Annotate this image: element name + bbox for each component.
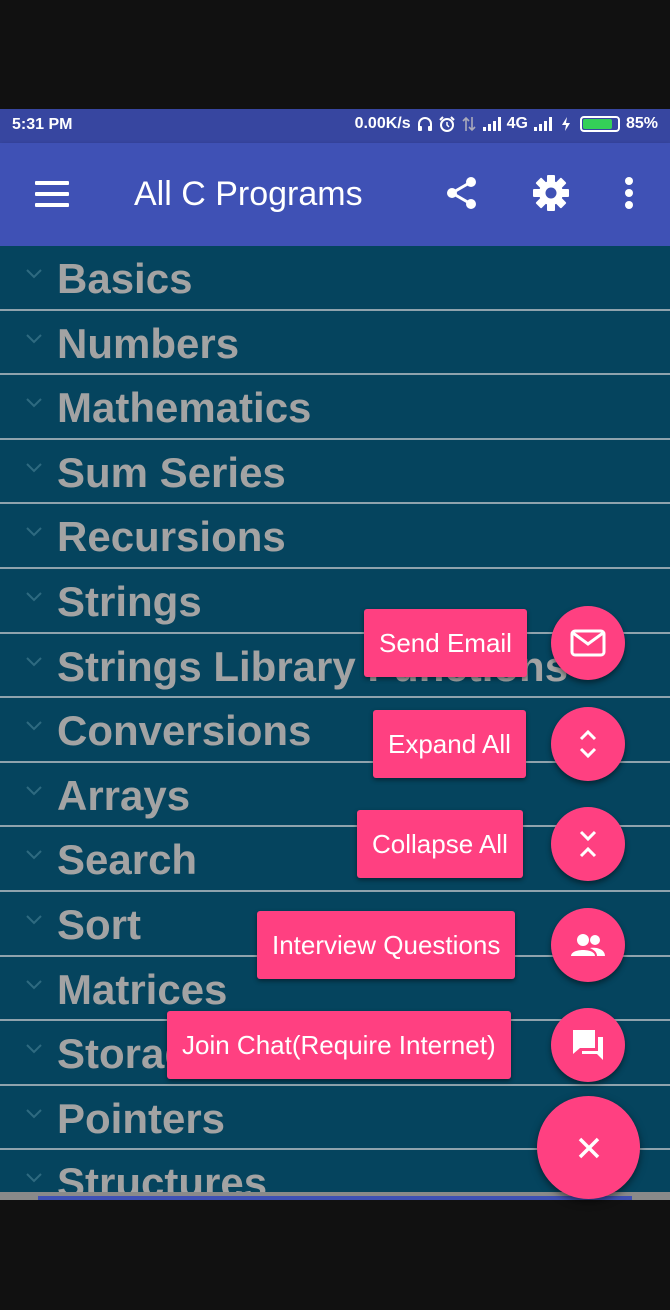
- chevron-down-icon: [26, 269, 42, 279]
- battery-percent: 85%: [625, 115, 658, 132]
- interview-questions-label[interactable]: Interview Questions: [257, 911, 516, 979]
- status-bar: 5:31 PM 0.00K/s 4G 85%: [0, 109, 670, 143]
- collapse-icon: [579, 830, 597, 858]
- chevron-down-icon: [26, 721, 42, 731]
- category-label: Mathematics: [57, 384, 312, 432]
- chevron-down-icon: [26, 527, 42, 537]
- network-speed: 0.00K/s: [354, 115, 411, 132]
- battery-level: [582, 119, 612, 129]
- send-email-label[interactable]: Send Email: [364, 609, 527, 677]
- category-label: Matrices: [57, 965, 228, 1013]
- category-item[interactable]: Numbers: [0, 311, 670, 376]
- join-chat-button[interactable]: [551, 1008, 625, 1082]
- chevron-down-icon: [26, 850, 42, 860]
- chevron-down-icon: [26, 463, 42, 473]
- category-item[interactable]: Mathematics: [0, 375, 670, 440]
- category-label: Arrays: [57, 771, 191, 819]
- network-type: 4G: [506, 115, 528, 132]
- status-time: 5:31 PM: [12, 116, 73, 133]
- app-bar: All C Programs: [0, 143, 670, 246]
- interview-questions-button[interactable]: [551, 908, 625, 982]
- category-label: Structures: [57, 1159, 268, 1192]
- join-chat-label[interactable]: Join Chat(Require Internet): [167, 1011, 511, 1079]
- category-label: Search: [57, 836, 198, 884]
- category-label: Pointers: [57, 1094, 226, 1142]
- chat-icon: [573, 1030, 603, 1060]
- chevron-down-icon: [26, 333, 42, 344]
- data-transfer-icon: [462, 116, 476, 132]
- chevron-down-icon: [26, 1173, 42, 1183]
- chevron-down-icon: [26, 979, 42, 989]
- category-item[interactable]: Basics: [0, 246, 670, 311]
- bottom-black-area: [0, 1200, 670, 1310]
- share-icon[interactable]: [442, 173, 482, 213]
- category-item[interactable]: Recursions: [0, 504, 670, 569]
- collapse-all-label[interactable]: Collapse All: [357, 810, 523, 878]
- alarm-icon: [438, 116, 455, 132]
- people-icon: [571, 934, 605, 956]
- battery-icon: [579, 116, 620, 132]
- chevron-down-icon: [26, 915, 42, 925]
- expand-icon: [579, 729, 597, 759]
- category-label: Sum Series: [57, 448, 286, 496]
- expand-all-label[interactable]: Expand All: [373, 710, 526, 778]
- category-item[interactable]: Sum Series: [0, 440, 670, 505]
- collapse-all-button[interactable]: [551, 807, 625, 881]
- chevron-down-icon: [26, 786, 42, 796]
- category-label: Strings: [57, 577, 202, 625]
- chevron-down-icon: [26, 656, 42, 666]
- chevron-down-icon: [26, 398, 42, 408]
- category-label: Numbers: [57, 319, 240, 367]
- charging-icon: [561, 117, 570, 131]
- chevron-down-icon: [26, 592, 42, 602]
- signal-icon: [482, 117, 501, 131]
- signal-icon: [533, 117, 552, 131]
- menu-icon[interactable]: [30, 176, 74, 212]
- email-icon: [570, 629, 606, 657]
- close-fab-button[interactable]: [537, 1096, 640, 1199]
- close-icon: [578, 1137, 599, 1158]
- top-black-area: [0, 0, 670, 109]
- status-icons: 0.00K/s 4G 85%: [355, 115, 658, 133]
- expand-all-button[interactable]: [551, 707, 625, 781]
- category-label: Sort: [57, 900, 141, 948]
- headphones-icon: [417, 117, 432, 131]
- settings-icon[interactable]: [531, 173, 571, 213]
- category-label: Basics: [57, 255, 193, 302]
- more-vert-icon[interactable]: [609, 173, 649, 213]
- chevron-down-icon: [26, 1109, 42, 1119]
- category-label: Recursions: [57, 513, 286, 561]
- chevron-down-icon: [26, 1044, 42, 1054]
- page-title: All C Programs: [134, 175, 363, 213]
- category-label: Conversions: [57, 707, 312, 755]
- send-email-button[interactable]: [551, 606, 625, 680]
